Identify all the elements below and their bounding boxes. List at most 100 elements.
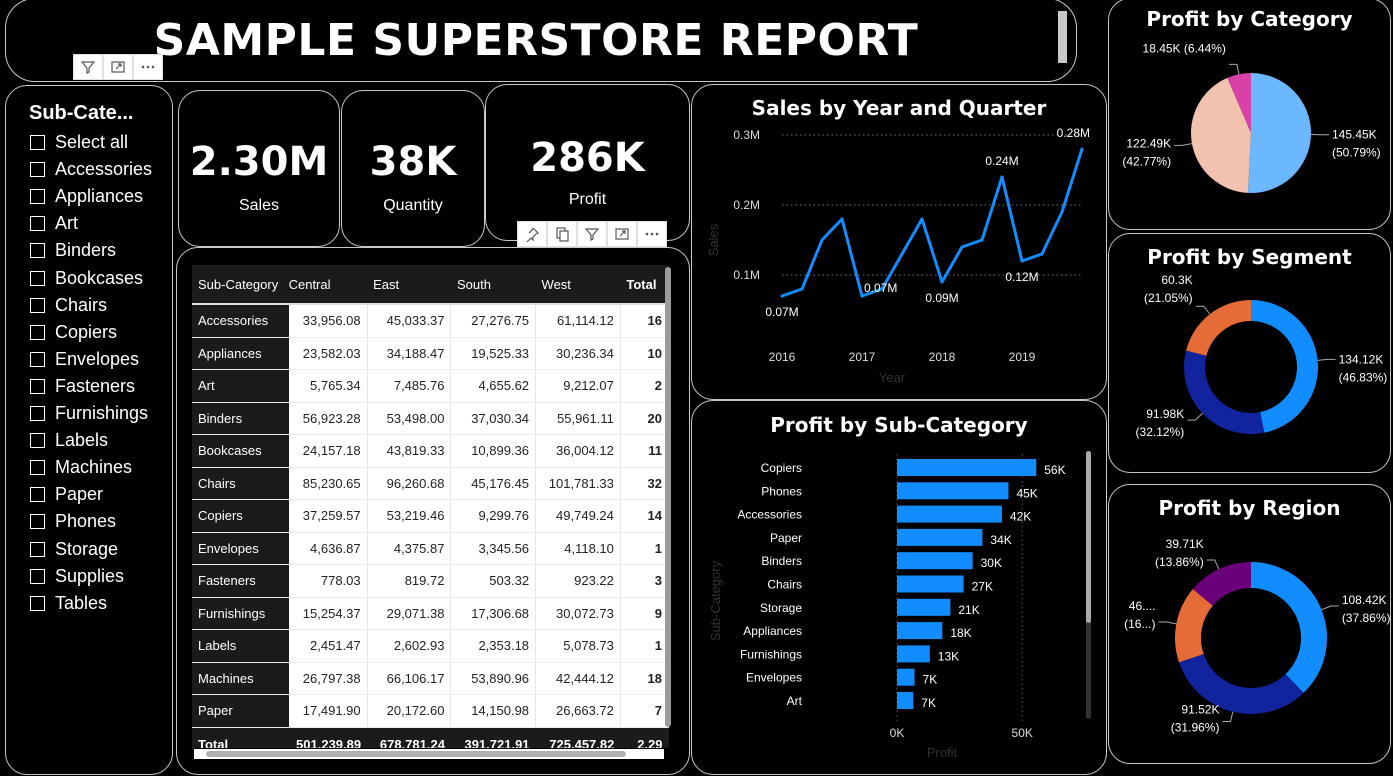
table-row[interactable]: Bookcases24,157.1843,819.3310,899.3636,0… (192, 435, 669, 468)
checkbox[interactable] (30, 514, 45, 529)
matrix-horizontal-scrollbar[interactable] (194, 749, 664, 759)
data-label: 0.24M (985, 154, 1018, 168)
checkbox[interactable] (30, 271, 45, 286)
slicer-item[interactable]: Storage (30, 539, 118, 560)
data-label: 0.28M (1057, 126, 1090, 140)
table-row[interactable]: Paper17,491.9020,172.6014,150.9826,663.7… (192, 695, 669, 728)
column-header[interactable]: South (451, 265, 536, 304)
more-options-icon[interactable] (637, 221, 667, 247)
profit-bar-chart-card: Profit by Sub-Category 0K50KProfitSub-Ca… (691, 400, 1107, 775)
slicer-item[interactable]: Appliances (30, 186, 143, 207)
slicer-item[interactable]: Paper (30, 484, 103, 505)
table-cell: 9,212.07 (536, 370, 621, 403)
slicer-item[interactable]: Tables (30, 593, 107, 614)
bar (897, 692, 913, 709)
profit-matrix[interactable]: Sub-CategoryCentralEastSouthWestTotal Ac… (192, 265, 669, 748)
checkbox[interactable] (30, 487, 45, 502)
kpi-card-sales[interactable]: 2.30M Sales (178, 90, 340, 247)
column-header[interactable]: Sub-Category (192, 265, 289, 304)
table-row[interactable]: Labels2,451.472,602.932,353.185,078.731 (192, 630, 669, 663)
category-label: Storage (760, 601, 802, 615)
profit-by-category-pie[interactable]: 145.45K(50.79%)122.49K(42.77%)18.45K (6.… (1109, 0, 1392, 231)
sales-line-chart[interactable]: 0.1M0.2M0.3M2016201720182019YearSales0.0… (692, 85, 1108, 401)
data-label: (31.96%) (1171, 721, 1220, 735)
column-header[interactable]: Total (620, 265, 668, 304)
slicer-item[interactable]: Phones (30, 511, 116, 532)
table-row[interactable]: Furnishings15,254.3729,071.3817,306.6830… (192, 597, 669, 630)
bar (897, 599, 950, 616)
checkbox[interactable] (30, 406, 45, 421)
slicer-item[interactable]: Envelopes (30, 349, 139, 370)
table-row[interactable]: Accessories33,956.0845,033.3727,276.7561… (192, 304, 669, 337)
slicer-item[interactable]: Copiers (30, 322, 117, 343)
checkbox[interactable] (30, 243, 45, 258)
leader-line (1207, 560, 1219, 569)
checkbox[interactable] (30, 596, 45, 611)
table-row[interactable]: Art5,765.347,485.764,655.629,212.072 (192, 370, 669, 403)
slicer-item-label: Accessories (55, 159, 152, 180)
slice (1248, 73, 1311, 193)
focus-mode-icon[interactable] (607, 221, 637, 247)
leader-line (1174, 144, 1192, 146)
filter-icon[interactable] (73, 54, 103, 80)
table-row[interactable]: Machines26,797.3866,106.1753,890.9642,44… (192, 662, 669, 695)
column-header[interactable]: East (367, 265, 451, 304)
table-row[interactable]: Copiers37,259.5753,219.469,299.7649,749.… (192, 500, 669, 533)
column-header[interactable]: Central (289, 265, 368, 304)
profit-by-region-donut[interactable]: 108.42K(37.86%)91.52K(31.96%)46....(16..… (1109, 485, 1392, 765)
table-cell: 85,230.65 (289, 467, 368, 500)
title-scrollbar[interactable] (1058, 11, 1067, 63)
checkbox[interactable] (30, 542, 45, 557)
data-point (781, 295, 784, 298)
sales-line-chart-card: Sales by Year and Quarter 0.1M0.2M0.3M20… (691, 84, 1107, 400)
checkbox[interactable] (30, 298, 45, 313)
slicer-item[interactable]: Machines (30, 457, 132, 478)
checkbox[interactable] (30, 216, 45, 231)
table-cell: 53,890.96 (451, 662, 536, 695)
data-label: 39.71K (1166, 537, 1204, 551)
table-cell: 20,172.60 (367, 695, 451, 728)
total-cell: 501,239.89 (289, 727, 368, 748)
data-point (841, 218, 844, 221)
copy-icon[interactable] (547, 221, 577, 247)
checkbox[interactable] (30, 189, 45, 204)
table-row[interactable]: Appliances23,582.0334,188.4719,525.3330,… (192, 337, 669, 370)
slicer-item-label: Tables (55, 593, 107, 614)
column-header[interactable]: West (536, 265, 621, 304)
focus-mode-icon[interactable] (103, 54, 133, 80)
table-row[interactable]: Fasteners778.03819.72503.32923.223 (192, 565, 669, 598)
profit-bar-chart[interactable]: 0K50KProfitSub-CategoryCopiers56KPhones4… (692, 401, 1108, 776)
slicer-item[interactable]: Fasteners (30, 376, 135, 397)
kpi-card-profit[interactable]: 286K Profit (485, 84, 690, 241)
kpi-card-quantity[interactable]: 38K Quantity (341, 90, 485, 247)
pin-icon[interactable] (517, 221, 547, 247)
checkbox[interactable] (30, 433, 45, 448)
table-row[interactable]: Envelopes4,636.874,375.873,345.564,118.1… (192, 532, 669, 565)
checkbox[interactable] (30, 379, 45, 394)
checkbox[interactable] (30, 569, 45, 584)
slicer-item[interactable]: Labels (30, 430, 108, 451)
table-row[interactable]: Chairs85,230.6596,260.6845,176.45101,781… (192, 467, 669, 500)
checkbox[interactable] (30, 162, 45, 177)
leader-line (1318, 359, 1336, 360)
more-options-icon[interactable] (133, 54, 163, 80)
table-row[interactable]: Binders56,923.2853,498.0037,030.3455,961… (192, 402, 669, 435)
checkbox[interactable] (30, 352, 45, 367)
checkbox[interactable] (30, 460, 45, 475)
slicer-item[interactable]: Furnishings (30, 403, 148, 424)
slicer-item[interactable]: Bookcases (30, 268, 143, 289)
filter-icon[interactable] (577, 221, 607, 247)
slicer-item[interactable]: Accessories (30, 159, 152, 180)
checkbox[interactable] (30, 135, 45, 150)
slicer-item[interactable]: Binders (30, 240, 116, 261)
slicer-item[interactable]: Art (30, 213, 78, 234)
row-header: Paper (192, 695, 289, 728)
slicer-item[interactable]: Chairs (30, 295, 107, 316)
slicer-item[interactable]: Select all (30, 132, 128, 153)
table-cell: 33,956.08 (289, 304, 368, 337)
profit-by-segment-donut[interactable]: 134.12K(46.83%)91.98K(32.12%)60.3K(21.05… (1109, 234, 1392, 474)
table-cell: 56,923.28 (289, 402, 368, 435)
matrix-vertical-scrollbar[interactable] (665, 267, 671, 727)
slicer-item[interactable]: Supplies (30, 566, 124, 587)
checkbox[interactable] (30, 325, 45, 340)
